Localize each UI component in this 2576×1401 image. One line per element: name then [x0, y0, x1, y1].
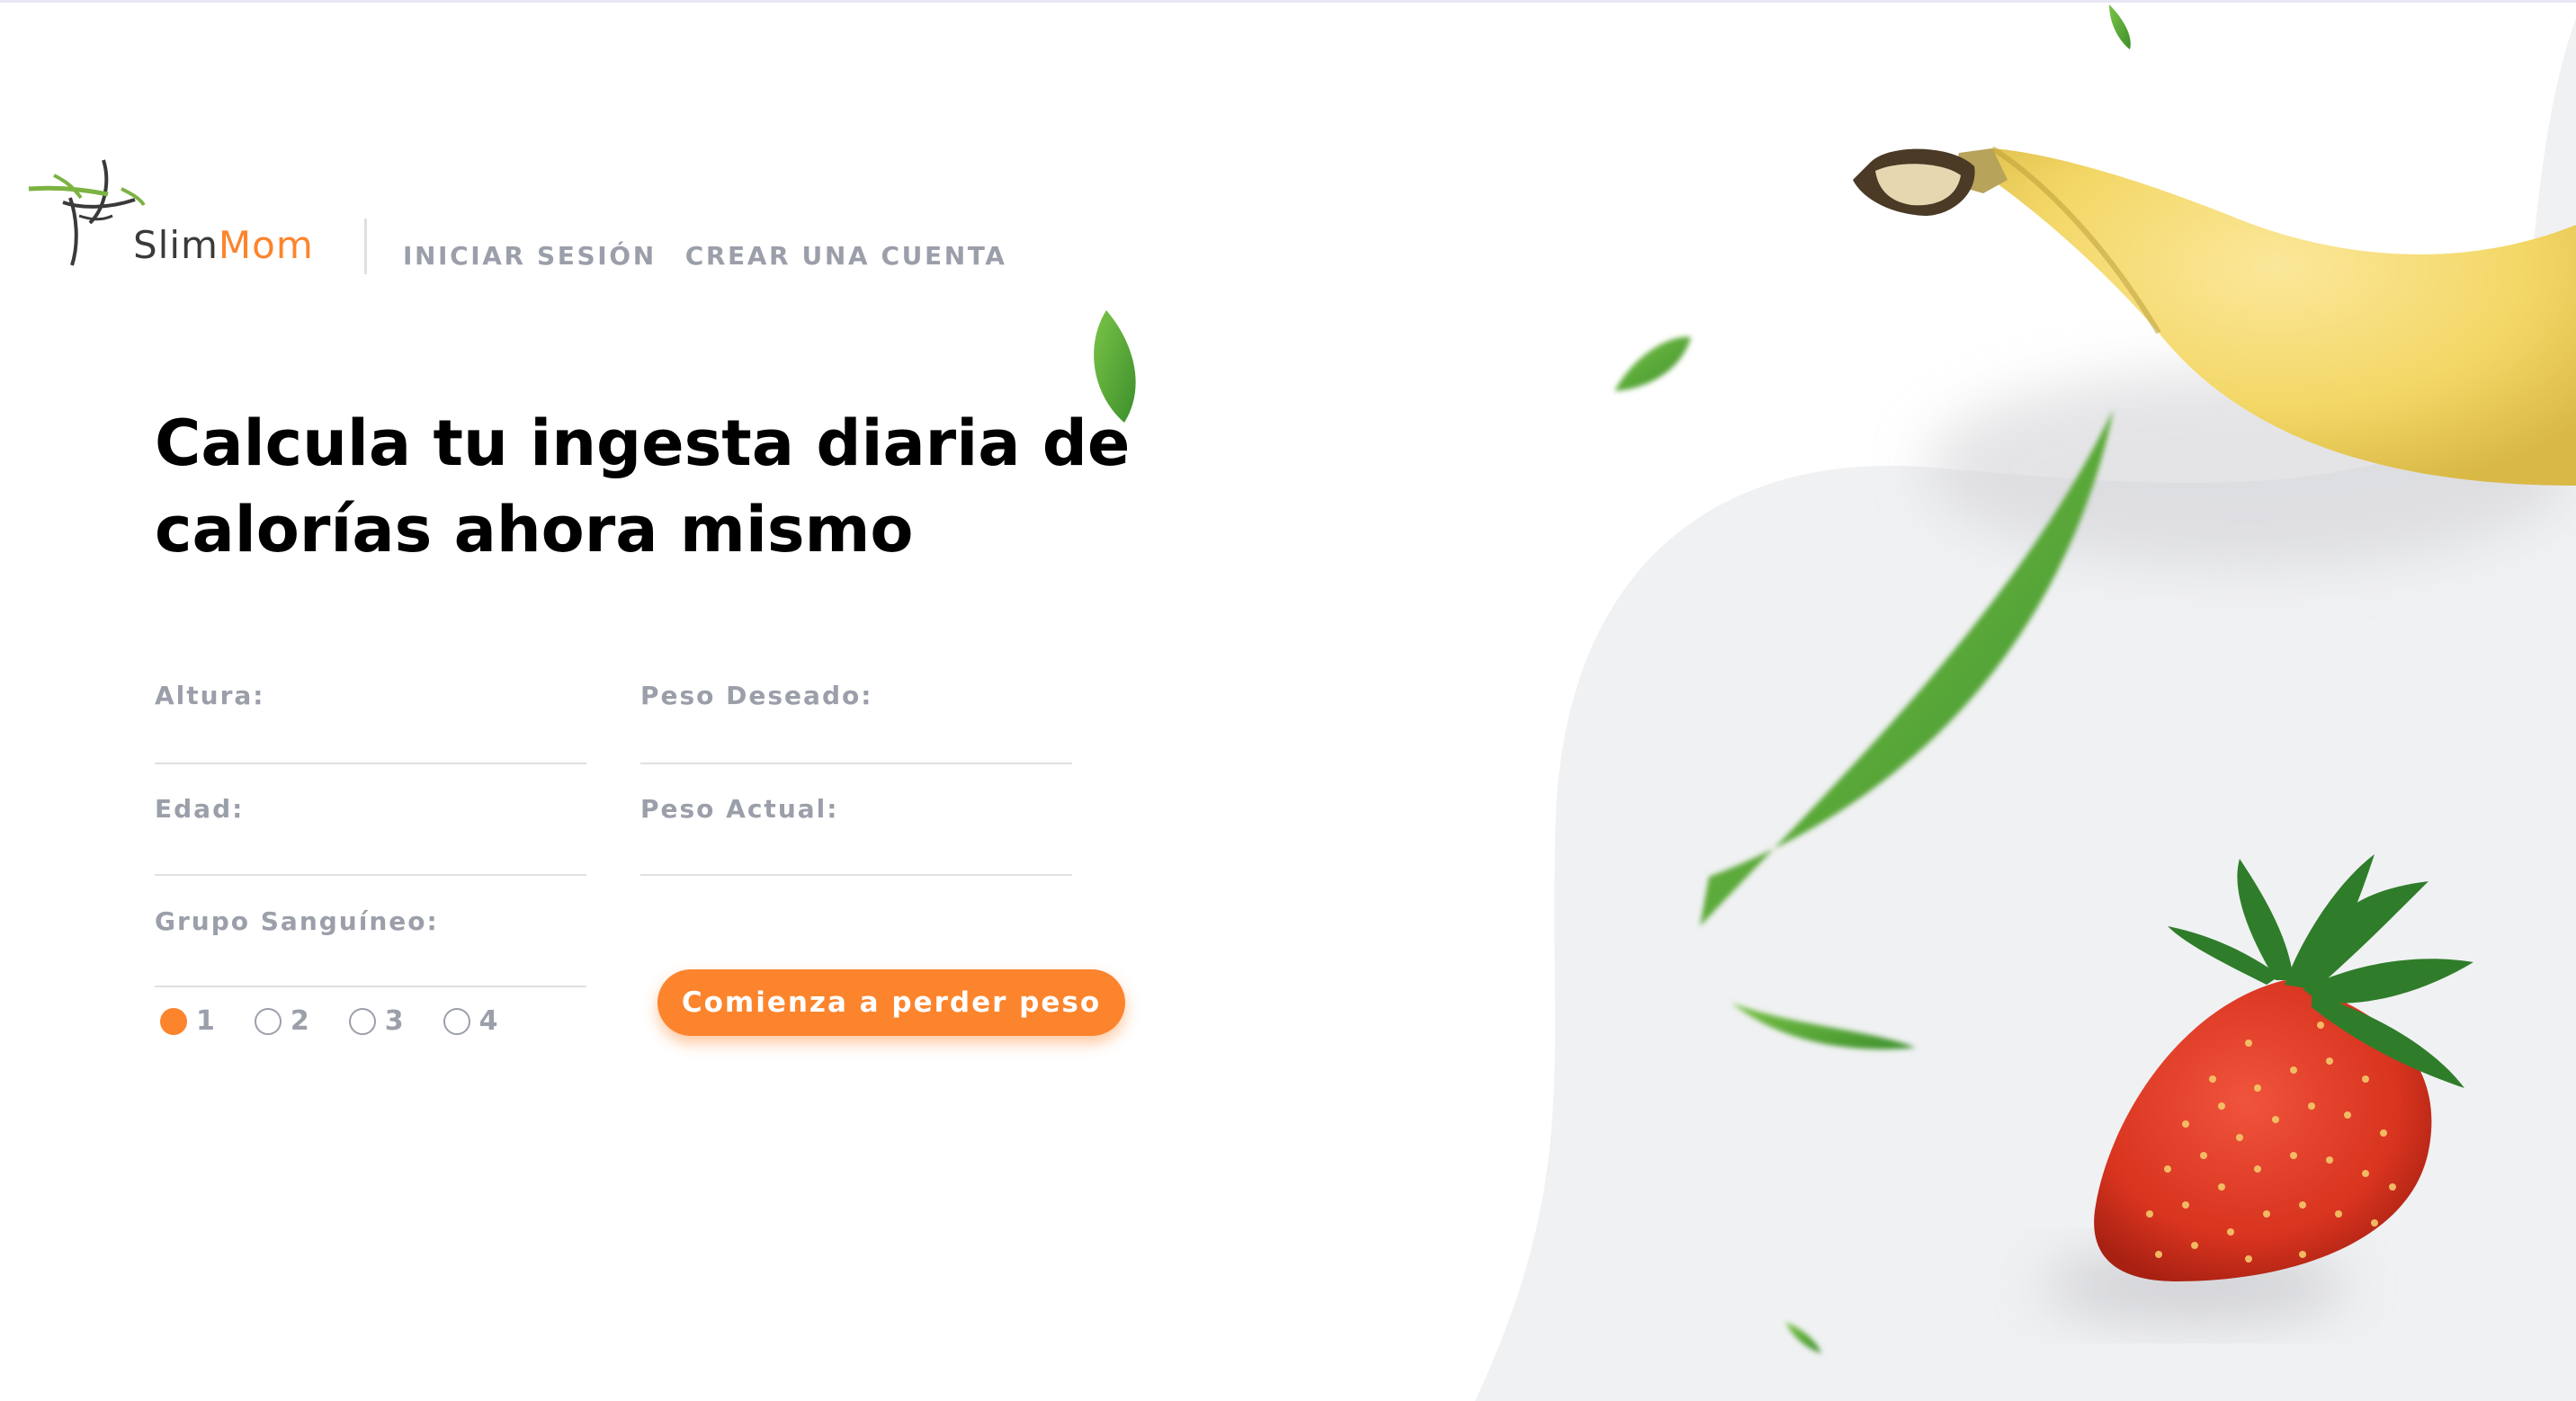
current-weight-input[interactable]: [640, 832, 1072, 873]
height-underline: [155, 763, 586, 764]
blood-type-option-2[interactable]: 2: [254, 1005, 309, 1037]
page-title: Calcula tu ingesta diaria de calorías ah…: [155, 406, 1131, 567]
blood-type-option-label: 3: [384, 1005, 404, 1037]
height-input[interactable]: [155, 719, 586, 761]
banana-image: [1853, 146, 2576, 486]
background-blob: [1475, 0, 2576, 1401]
strawberry-image: [2094, 854, 2473, 1281]
blood-type-option-3[interactable]: 3: [348, 1005, 404, 1037]
blood-type-option-4[interactable]: 4: [443, 1005, 498, 1037]
logo-text-slim: Slim: [133, 223, 219, 267]
age-input[interactable]: [155, 832, 586, 873]
desired-weight-label: Peso Deseado:: [640, 681, 873, 710]
top-divider: [0, 0, 2576, 3]
radio-unselected-icon[interactable]: [443, 1007, 470, 1035]
radio-unselected-icon[interactable]: [254, 1007, 282, 1035]
radio-unselected-icon[interactable]: [348, 1007, 376, 1035]
decorative-artwork: [1094, 0, 2576, 1401]
login-link[interactable]: INICIAR SESIÓN: [403, 241, 657, 271]
page: SlimMom INICIAR SESIÓN CREAR UNA CUENTA …: [0, 0, 2576, 1401]
leaf-icon: [1094, 4, 2131, 1353]
blood-type-option-label: 1: [196, 1005, 215, 1037]
desired-weight-underline: [640, 763, 1072, 764]
blood-type-label: Grupo Sanguíneo:: [155, 906, 439, 936]
header-divider: [364, 219, 367, 274]
logo-text-mom: Mom: [218, 223, 314, 267]
current-weight-underline: [640, 874, 1072, 876]
age-label: Edad:: [155, 794, 245, 824]
register-link[interactable]: CREAR UNA CUENTA: [685, 241, 1007, 271]
radio-selected-icon[interactable]: [160, 1007, 187, 1035]
blood-type-option-label: 2: [290, 1005, 309, 1037]
blood-type-radio-group: 1 2 3 4: [160, 1005, 498, 1037]
blood-type-option-label: 4: [479, 1005, 498, 1037]
logo-wordmark: SlimMom: [133, 223, 314, 267]
age-underline: [155, 874, 586, 876]
blood-type-option-1[interactable]: 1: [160, 1005, 215, 1037]
start-losing-weight-button[interactable]: Comienza a perder peso: [657, 969, 1125, 1036]
desired-weight-input[interactable]: [640, 719, 1072, 761]
current-weight-label: Peso Actual:: [640, 794, 839, 824]
height-label: Altura:: [155, 681, 265, 710]
main-nav: INICIAR SESIÓN CREAR UNA CUENTA: [403, 241, 1007, 271]
brand-logo[interactable]: SlimMom: [27, 153, 351, 279]
blood-type-underline: [155, 986, 586, 987]
